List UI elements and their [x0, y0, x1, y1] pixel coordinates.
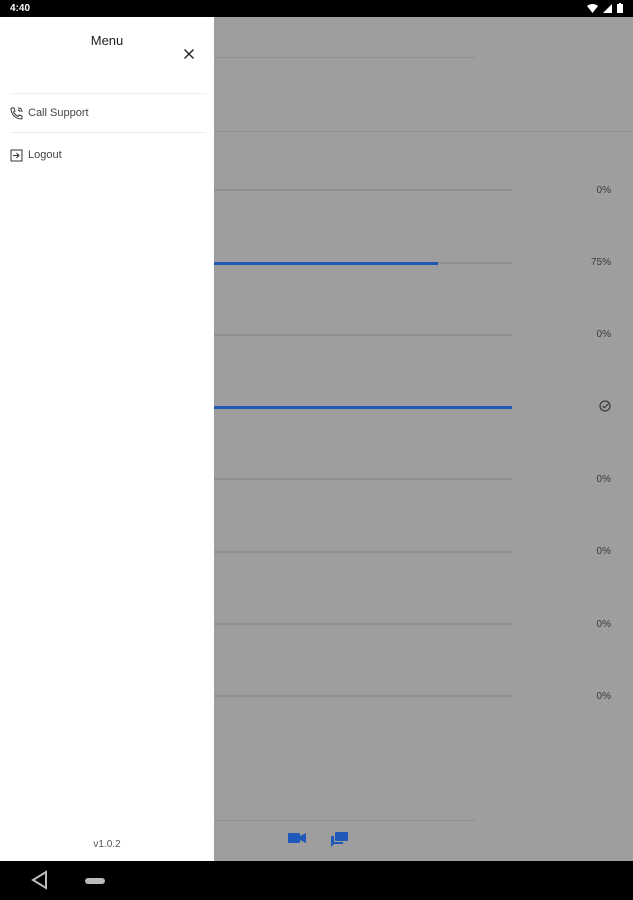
progress-label: 0% [596, 474, 611, 485]
section-divider [214, 131, 633, 132]
phone-call-icon [10, 107, 23, 120]
progress-track [214, 406, 512, 409]
system-nav-bar [0, 861, 633, 900]
wifi-icon [587, 3, 598, 13]
progress-label: 0% [596, 691, 611, 702]
header-divider [214, 57, 476, 58]
status-time: 4:40 [10, 3, 31, 14]
progress-track [214, 189, 512, 191]
drawer-item-call-support[interactable]: Call Support [10, 103, 206, 123]
bottom-actions [288, 832, 348, 847]
progress-label: 0% [596, 185, 611, 196]
navigation-drawer: Menu Call Support Logout v1.0.2 [0, 17, 214, 861]
progress-track [214, 551, 512, 553]
drawer-item-label: Call Support [28, 107, 89, 119]
progress-track [214, 334, 512, 336]
chat-icon[interactable] [331, 832, 348, 847]
progress-label: 75% [590, 257, 611, 268]
progress-track [214, 695, 512, 697]
drawer-divider [10, 93, 206, 94]
progress-label: 0% [596, 619, 611, 630]
drawer-divider [10, 132, 206, 133]
progress-track [214, 623, 512, 625]
drawer-item-logout[interactable]: Logout [10, 145, 206, 165]
drawer-title: Menu [90, 33, 124, 48]
progress-fill [214, 262, 438, 265]
check-circle-icon [599, 400, 611, 412]
progress-fill [214, 406, 512, 409]
back-icon[interactable] [30, 870, 50, 890]
status-icons [587, 3, 623, 13]
battery-icon [617, 3, 623, 13]
progress-track [214, 262, 512, 265]
video-camera-icon[interactable] [288, 832, 306, 847]
app-version: v1.0.2 [93, 839, 121, 850]
progress-label: 0% [596, 329, 611, 340]
footer-divider [214, 820, 476, 821]
home-pill[interactable] [85, 878, 105, 884]
logout-icon [10, 149, 23, 161]
signal-icon [603, 3, 612, 13]
progress-track [214, 478, 512, 480]
drawer-item-label: Logout [28, 149, 62, 161]
progress-label: 0% [596, 546, 611, 557]
close-icon[interactable] [183, 48, 195, 60]
status-bar: 4:40 [0, 0, 633, 17]
